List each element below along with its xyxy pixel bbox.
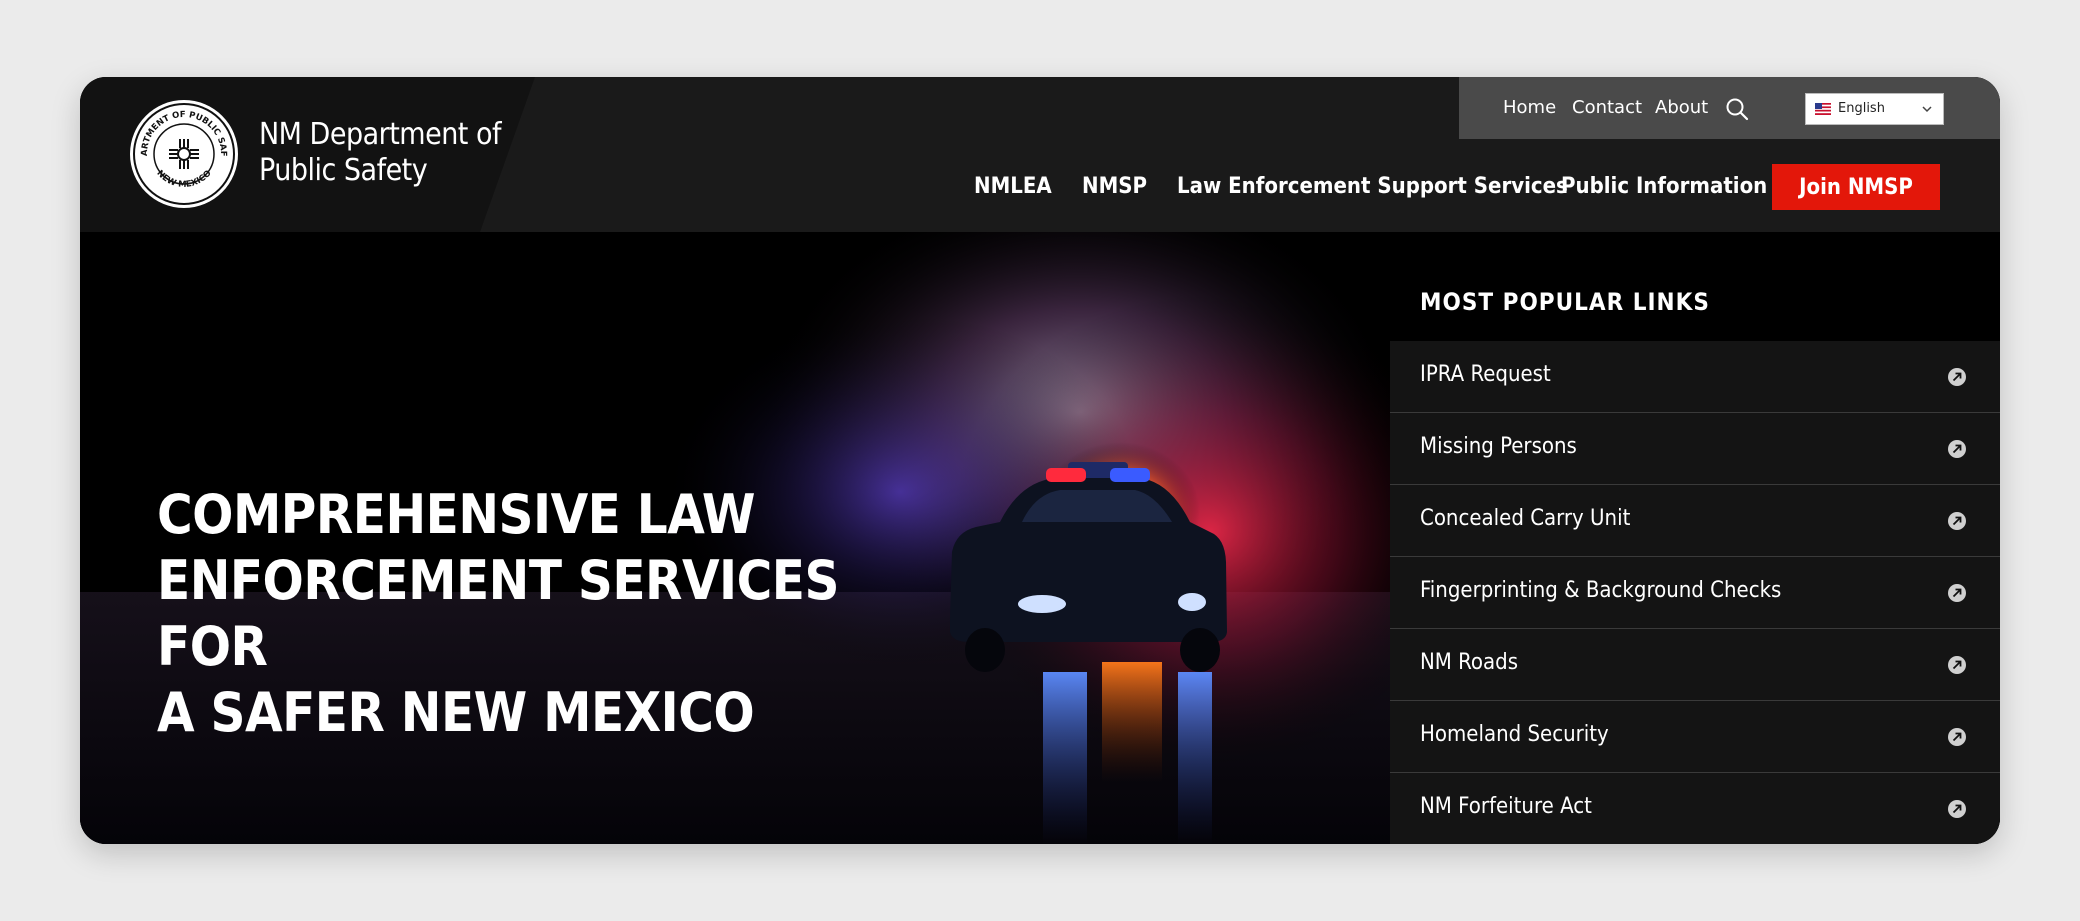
list-item-label: IPRA Request — [1420, 362, 1551, 387]
nav-nmlea[interactable]: NMLEA — [974, 174, 1052, 199]
popular-link-nm-roads[interactable]: NM Roads — [1390, 629, 2000, 701]
site-name-line2: Public Safety — [259, 153, 428, 188]
popular-link-homeland-security[interactable]: Homeland Security — [1390, 701, 2000, 773]
list-item-label: NM Forfeiture Act — [1420, 794, 1592, 819]
list-item-label: NM Roads — [1420, 650, 1519, 675]
hero-headline-line1: COMPREHENSIVE LAW — [157, 483, 756, 547]
hero-headline-line2: ENFORCEMENT SERVICES FOR — [157, 549, 839, 679]
site-name-line1: NM Department of — [259, 117, 501, 152]
language-select[interactable]: English — [1805, 93, 1944, 125]
list-item-label: Fingerprinting & Background Checks — [1420, 578, 1782, 603]
external-arrow-icon — [1948, 728, 1966, 746]
us-flag-icon — [1815, 103, 1831, 115]
hero-section: COMPREHENSIVE LAW ENFORCEMENT SERVICES F… — [80, 232, 2000, 844]
nav-nmsp[interactable]: NMSP — [1082, 174, 1147, 199]
nav-contact-link[interactable]: Contact — [1572, 97, 1642, 118]
nav-home-link[interactable]: Home — [1503, 97, 1556, 118]
page-frame: DEPARTMENT OF PUBLIC SAFETY NEW MEXICO N… — [80, 77, 2000, 844]
language-selected: English — [1838, 101, 1885, 116]
external-arrow-icon — [1948, 368, 1966, 386]
popular-link-missing-persons[interactable]: Missing Persons — [1390, 413, 2000, 485]
nav-about-link[interactable]: About — [1655, 97, 1708, 118]
chevron-down-icon — [1922, 106, 1932, 113]
hero-headline: COMPREHENSIVE LAW ENFORCEMENT SERVICES F… — [157, 482, 877, 746]
nav-public-information[interactable]: Public Information — [1561, 174, 1767, 199]
external-arrow-icon — [1948, 440, 1966, 458]
popular-link-forfeiture-act[interactable]: NM Forfeiture Act — [1390, 773, 2000, 844]
list-item-label: Homeland Security — [1420, 722, 1609, 747]
list-item-label: Concealed Carry Unit — [1420, 506, 1631, 531]
list-item-label: Missing Persons — [1420, 434, 1577, 459]
external-arrow-icon — [1948, 584, 1966, 602]
hero-headline-line3: A SAFER NEW MEXICO — [157, 681, 755, 745]
external-arrow-icon — [1948, 800, 1966, 818]
external-arrow-icon — [1948, 656, 1966, 674]
nav-law-enforcement-support[interactable]: Law Enforcement Support Services — [1177, 174, 1568, 199]
search-icon[interactable] — [1724, 96, 1750, 122]
external-arrow-icon — [1948, 512, 1966, 530]
popular-link-fingerprinting[interactable]: Fingerprinting & Background Checks — [1390, 557, 2000, 629]
popular-links-list: IPRA Request Missing Persons Concealed C… — [1390, 341, 2000, 844]
join-nmsp-button[interactable]: Join NMSP — [1772, 164, 1940, 210]
popular-links-panel: MOST POPULAR LINKS IPRA Request Missing … — [1390, 232, 2000, 844]
dps-seal-logo[interactable]: DEPARTMENT OF PUBLIC SAFETY NEW MEXICO — [129, 99, 239, 209]
site-name[interactable]: NM Department of Public Safety — [259, 117, 501, 189]
site-header: DEPARTMENT OF PUBLIC SAFETY NEW MEXICO N… — [80, 77, 2000, 232]
popular-links-title: MOST POPULAR LINKS — [1420, 288, 1710, 316]
popular-link-ipra-request[interactable]: IPRA Request — [1390, 341, 2000, 413]
popular-link-concealed-carry[interactable]: Concealed Carry Unit — [1390, 485, 2000, 557]
